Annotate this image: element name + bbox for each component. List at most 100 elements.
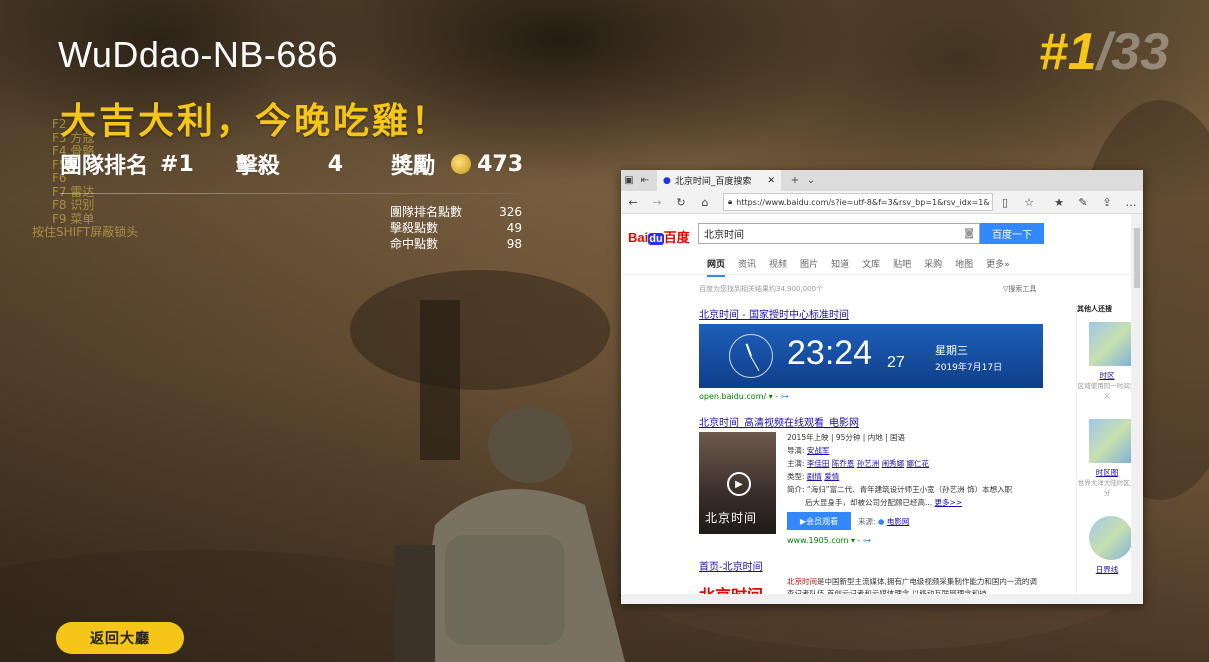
movie-synopsis: 简介: “海归”富二代、青年建筑设计师王小宽（孙艺洲 饰）本想入职 (787, 485, 1013, 494)
cast-link[interactable]: 陈乔恩 (832, 459, 855, 468)
breakdown-row: 團隊排名點數 326 (390, 204, 522, 220)
tab-list-chevron-icon[interactable]: ⌄ (803, 175, 819, 186)
source-link[interactable]: 电影网 (887, 517, 910, 526)
search-tools[interactable]: ▽搜索工具 (1003, 284, 1036, 294)
back-to-lobby-button[interactable]: 返回大廳 (56, 622, 184, 654)
watch-label: 会员观看 (806, 516, 839, 526)
movie-director: 导演: 安战军 (787, 445, 829, 456)
genre-link[interactable]: 爱情 (824, 472, 839, 481)
favorites-bar-icon[interactable]: ★ (1047, 196, 1071, 209)
related-thumb[interactable] (1089, 419, 1131, 463)
kills-label: 擊殺 (235, 154, 280, 179)
cast-link[interactable]: 孙艺洲 (857, 459, 880, 468)
notes-pen-icon[interactable]: ✎ (1071, 196, 1095, 209)
related-sub: 世界大洋大陆时区划分 (1077, 479, 1131, 497)
breakdown-value: 98 (506, 237, 522, 251)
search-button[interactable]: 百度一下 (980, 223, 1044, 244)
tab-actions-icon[interactable]: ▣ (621, 175, 637, 186)
genre-label: 类型: (787, 472, 805, 481)
browser-tab-bar: ▣ ⇤ ● 北京时间_百度搜索 ✕ + ⌄ (621, 170, 1143, 191)
reward-value: 473 (477, 151, 524, 177)
back-arrow-icon[interactable]: ← (621, 196, 645, 209)
baidu-snapshot-icon: ⊶ (862, 536, 871, 545)
movie-synopsis-2: 后大显身手，却被公司分配顾已经高... 更多>> (805, 497, 962, 508)
cast-link[interactable]: 娜仁花 (906, 459, 929, 468)
logo-cn: 百度 (663, 230, 690, 245)
beijing-time-widget: 23:24 27 星期三 2019年7月17日 (699, 324, 1043, 388)
movie-meta: 2015年上映 | 95分钟 | 内地 | 国语 (787, 433, 906, 442)
share-icon[interactable]: ⇪ (1095, 196, 1119, 209)
desc-highlight: 北京时间 (787, 577, 817, 586)
related-thumb[interactable] (1089, 322, 1131, 366)
vertical-scrollbar[interactable] (1131, 214, 1143, 604)
director-label: 导演: (787, 446, 805, 455)
url-input[interactable]: 🔒︎ https://www.baidu.com/s?ie=utf-8&f=3&… (723, 193, 993, 211)
related-link[interactable]: 时区图 (1077, 467, 1131, 478)
breakdown-row: 擊殺點數 49 (390, 220, 522, 236)
result-count: 百度为您找到相关结果约34,900,000个 (699, 285, 824, 293)
breakdown-row: 命中點數 98 (390, 236, 522, 252)
play-icon[interactable]: ▶ (727, 472, 751, 496)
logo-paw: du (648, 233, 664, 245)
site-logo: 北京时间 (699, 582, 779, 594)
source-icon: ● (877, 517, 885, 526)
horizontal-scrollbar[interactable] (621, 594, 1131, 604)
menu-item: F8 识别 (52, 198, 95, 212)
breakdown-label: 命中點數 (390, 237, 439, 251)
reward-label: 獎勵 (391, 154, 436, 179)
genre-link[interactable]: 剧情 (807, 472, 822, 481)
breakdown-value: 49 (506, 221, 522, 235)
tab-title: 北京时间_百度搜索 (674, 177, 752, 187)
search-input[interactable]: 北京时间 ◙ (698, 223, 980, 244)
soldier-figure (395, 407, 625, 662)
more-link[interactable]: 更多>> (935, 498, 963, 507)
related-thumb[interactable] (1089, 516, 1131, 560)
cast-link[interactable]: 闹秀娜 (882, 459, 905, 468)
lock-icon: 🔒︎ (728, 197, 733, 206)
breakdown-value: 326 (499, 205, 522, 219)
desc-text: 是中国新型主流媒体,拥有广电级视频采集制作能力和国内一流的调查记者队伍,首创云记… (787, 577, 1037, 594)
close-tab-icon[interactable]: ✕ (767, 176, 775, 186)
movie-genre: 类型: 剧情 爱情 (787, 471, 839, 482)
movie-source: 来源: ● 电影网 (858, 516, 909, 527)
clock-seconds: 27 (887, 354, 905, 371)
baidu-logo[interactable]: Baidu百度 (628, 227, 690, 246)
movie-cast: 主演: 李佳田 陈乔恩 孙艺洲 闹秀娜 娜仁花 (787, 458, 929, 469)
related-link[interactable]: 时区 (1077, 370, 1131, 381)
address-bar: ← → ↻ ⌂ 🔒︎ https://www.baidu.com/s?ie=ut… (621, 191, 1143, 214)
menu-hint: 按住SHIFT屏蔽锁头 (32, 225, 139, 239)
synopsis-text: 后大显身手，却被公司分配顾已经高... (805, 498, 933, 507)
forward-arrow-icon[interactable]: → (645, 196, 669, 209)
logo-text: Bai (628, 230, 649, 245)
baidu-page: Baidu百度 北京时间 ◙ 百度一下 网页 资讯 视频 图片 知道 文库 贴吧… (621, 214, 1131, 594)
refresh-icon[interactable]: ↻ (669, 196, 693, 209)
tab-back-icon[interactable]: ⇤ (637, 175, 653, 186)
breakdown-label: 擊殺點數 (390, 221, 439, 235)
more-menu-icon[interactable]: … (1119, 196, 1143, 209)
cast-link[interactable]: 李佳田 (807, 459, 830, 468)
camera-icon[interactable]: ◙ (964, 228, 974, 239)
menu-item: F9 菜单 (52, 211, 95, 226)
team-rank-label: 團隊排名 (60, 154, 149, 179)
breakdown-label: 團隊排名點數 (390, 205, 463, 219)
player-name: WuDdao-NB-686 (58, 34, 338, 75)
favorite-star-icon[interactable]: ☆ (1017, 196, 1041, 209)
movie-poster[interactable]: ▶ 北京时间 (699, 432, 776, 534)
watch-button[interactable]: ▶ 会员观看 (787, 512, 851, 530)
director-link[interactable]: 安战军 (807, 446, 830, 455)
home-icon[interactable]: ⌂ (693, 196, 717, 209)
clock-icon (729, 334, 773, 378)
new-tab-icon[interactable]: + (787, 175, 803, 186)
scroll-thumb[interactable] (1134, 228, 1140, 288)
reading-view-icon[interactable]: ▯ (993, 196, 1017, 209)
result-site: www.1905.com ▾ - ⊶ (787, 536, 871, 545)
reward-coin-icon (451, 154, 472, 174)
result-title[interactable]: 北京时间_高清视频在线观看_电影网 (699, 414, 859, 429)
result-title[interactable]: 首页-北京时间 (699, 558, 763, 573)
related-link[interactable]: 日界线 (1077, 564, 1131, 575)
result-site-url: www.1905.com (787, 536, 849, 545)
browser-tab[interactable]: ● 北京时间_百度搜索 ✕ (657, 170, 781, 191)
clock-weekday: 星期三 (935, 344, 968, 357)
clock-date: 2019年7月17日 (935, 363, 1003, 373)
result-title[interactable]: 北京时间 - 国家授时中心标准时间 (699, 306, 849, 321)
